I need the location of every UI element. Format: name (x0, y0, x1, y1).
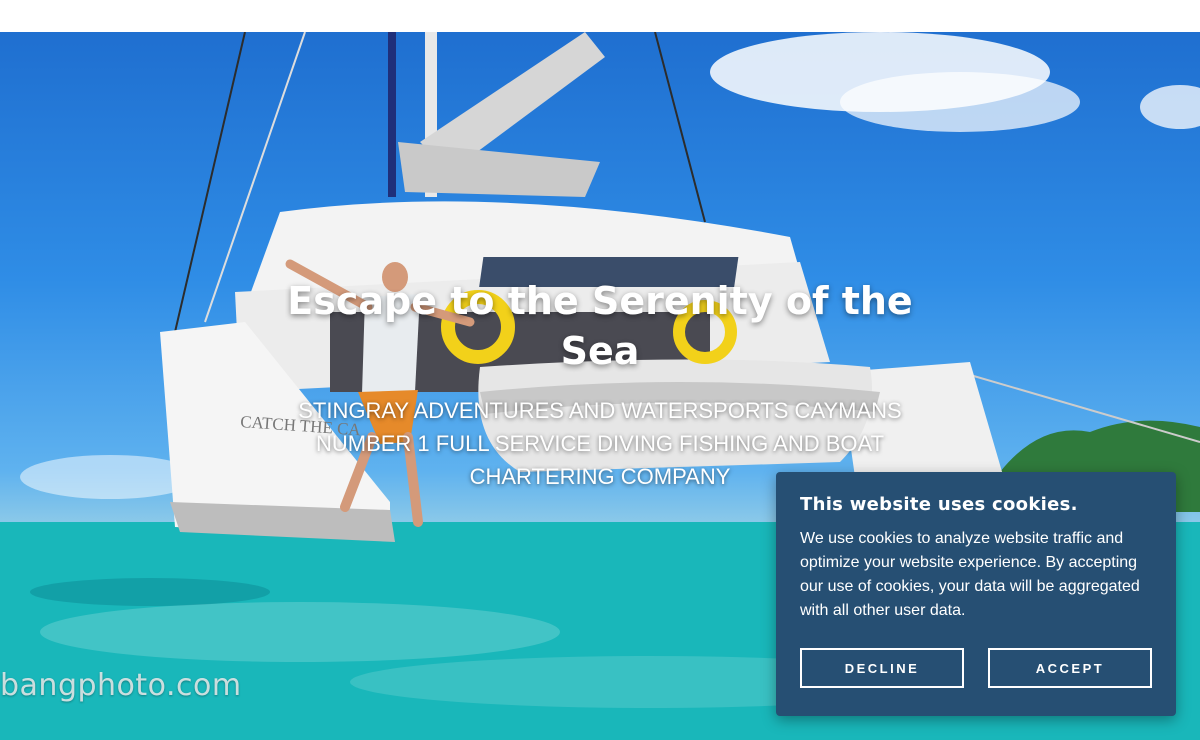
rigging-line (174, 32, 246, 333)
cloud (1140, 85, 1200, 129)
water-ripple (40, 602, 560, 662)
photo-watermark: bangphoto.com (0, 668, 242, 703)
rigging-line (654, 32, 706, 223)
mast-dark (388, 32, 396, 197)
hero-text-block: Escape to the Serenity of the Sea Stingr… (240, 276, 960, 493)
decline-cookies-button[interactable]: DECLINE (800, 648, 964, 688)
hero-title: Escape to the Serenity of the Sea (287, 279, 913, 373)
top-header-bar (0, 0, 1200, 32)
cookie-banner-body: We use cookies to analyze website traffi… (800, 530, 1140, 619)
accept-cookies-button[interactable]: ACCEPT (988, 648, 1152, 688)
cookie-banner-title: This website uses cookies. (800, 494, 1078, 515)
cloud (840, 72, 1080, 132)
bimini-top (398, 142, 600, 197)
water-ripple (30, 578, 270, 606)
cookie-consent-banner: This website uses cookies. We use cookie… (776, 472, 1176, 716)
cookie-banner-actions: DECLINE ACCEPT (800, 648, 1152, 688)
